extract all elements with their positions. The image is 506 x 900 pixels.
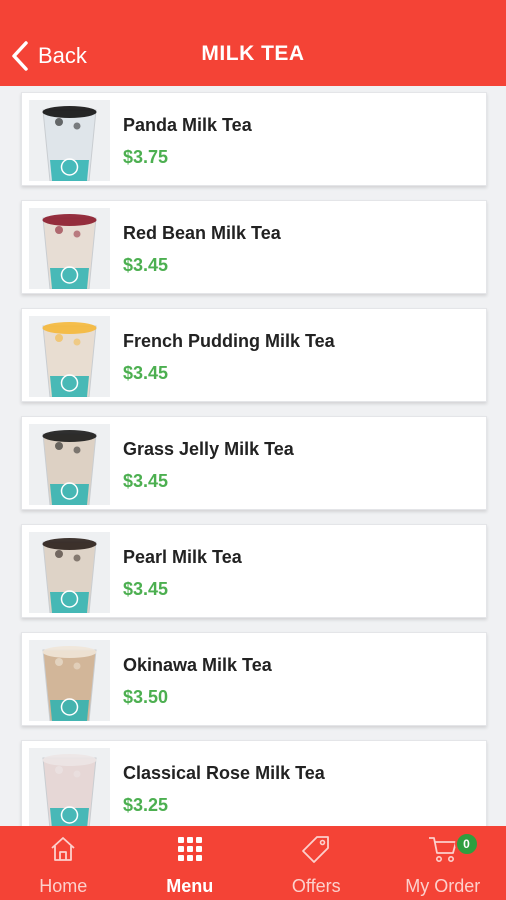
product-card-red-bean[interactable]: Red Bean Milk Tea $3.45 (21, 200, 487, 294)
cart-count-badge: 0 (454, 832, 479, 856)
app-header: Back MILK TEA (0, 0, 506, 86)
product-image (29, 640, 110, 721)
product-image (29, 208, 110, 289)
drink-cup-image (29, 316, 110, 397)
product-name: Red Bean Milk Tea (123, 223, 281, 243)
tag-icon (301, 834, 331, 864)
product-price: $3.45 (123, 579, 169, 599)
tab-menu[interactable]: Menu (127, 826, 254, 900)
drink-cup-image (29, 100, 110, 181)
cart-icon (427, 834, 459, 864)
product-list[interactable]: Panda Milk Tea $3.75 Red Bean Milk Tea $… (0, 86, 506, 826)
tab-menu-label: Menu (166, 876, 214, 896)
product-card-grass-jelly[interactable]: Grass Jelly Milk Tea $3.45 (21, 416, 487, 510)
product-name: Classical Rose Milk Tea (123, 763, 325, 783)
bottom-tab-bar: Home Menu Offers 0 My Order (0, 826, 506, 900)
drink-cup-image (29, 640, 110, 721)
product-card-pearl[interactable]: Pearl Milk Tea $3.45 (21, 524, 487, 618)
tab-offers-label: Offers (291, 876, 341, 896)
tab-my-order-label: My Order (405, 876, 481, 896)
product-card-panda[interactable]: Panda Milk Tea $3.75 (21, 92, 487, 186)
tab-home-label: Home (39, 876, 88, 896)
drink-cup-image (29, 424, 110, 505)
product-price: $3.45 (123, 471, 169, 491)
product-name: Pearl Milk Tea (123, 547, 242, 567)
product-card-classical-rose[interactable]: Classical Rose Milk Tea $3.25 (21, 740, 487, 826)
product-image (29, 748, 110, 826)
product-price: $3.25 (123, 795, 169, 815)
drink-cup-image (29, 532, 110, 613)
product-image (29, 100, 110, 181)
product-price: $3.45 (123, 255, 169, 275)
drink-cup-image (29, 748, 110, 826)
product-image (29, 424, 110, 505)
product-card-french-pudding[interactable]: French Pudding Milk Tea $3.45 (21, 308, 487, 402)
product-image (29, 532, 110, 613)
product-price: $3.75 (123, 147, 169, 167)
grid-icon (176, 834, 204, 864)
product-name: Panda Milk Tea (123, 115, 252, 135)
product-card-okinawa[interactable]: Okinawa Milk Tea $3.50 (21, 632, 487, 726)
product-name: Okinawa Milk Tea (123, 655, 272, 675)
tab-my-order[interactable]: 0 My Order (380, 826, 506, 900)
product-price: $3.50 (123, 687, 169, 707)
tab-offers[interactable]: Offers (253, 826, 380, 900)
home-icon (48, 834, 78, 864)
product-image (29, 316, 110, 397)
product-price: $3.45 (123, 363, 169, 383)
tab-home[interactable]: Home (0, 826, 127, 900)
page-title: MILK TEA (201, 42, 305, 65)
product-name: Grass Jelly Milk Tea (123, 439, 294, 459)
product-name: French Pudding Milk Tea (123, 331, 335, 351)
drink-cup-image (29, 208, 110, 289)
